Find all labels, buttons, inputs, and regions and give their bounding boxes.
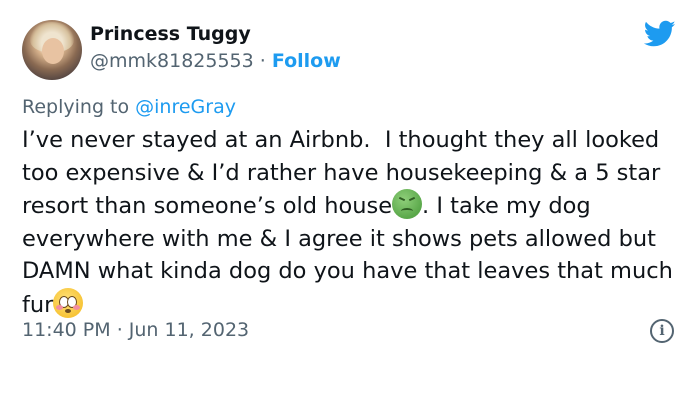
handle-separator: · (253, 50, 272, 72)
info-icon[interactable]: i (650, 319, 674, 343)
tweet-card: Princess Tuggy @mmk81825553 · Follow Rep… (0, 0, 700, 410)
follow-button[interactable]: Follow (272, 50, 341, 72)
tweet-timestamp[interactable]: 11:40 PM · Jun 11, 2023 (22, 319, 249, 341)
tweet-text: I’ve never stayed at an Airbnb. I though… (22, 124, 687, 322)
replying-to-label: Replying to (22, 96, 136, 118)
author-handle-row: @mmk81825553 · Follow (90, 50, 341, 72)
author-handle[interactable]: @mmk81825553 (90, 50, 254, 72)
timestamp-separator: · (110, 319, 129, 341)
flushed-face-emoji (53, 287, 84, 318)
reply-mention-link[interactable]: @inreGray (135, 96, 236, 118)
avatar-face (42, 38, 64, 64)
replying-to: Replying to @inreGray (22, 96, 236, 118)
sick-face-emoji (392, 189, 423, 220)
twitter-bird-icon[interactable] (644, 20, 676, 48)
author-name[interactable]: Princess Tuggy (90, 23, 251, 45)
avatar[interactable] (22, 20, 82, 80)
tweet-time: 11:40 PM (22, 319, 111, 341)
tweet-date: Jun 11, 2023 (128, 319, 250, 341)
